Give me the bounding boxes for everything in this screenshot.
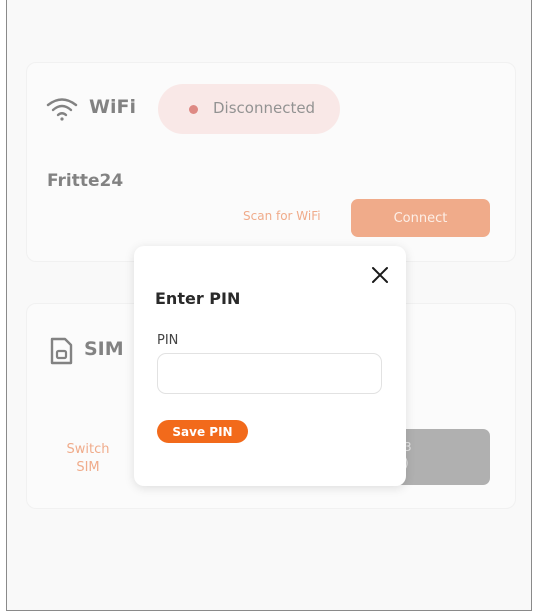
modal-title: Enter PIN (155, 289, 241, 308)
save-pin-button[interactable]: Save PIN (157, 420, 248, 443)
pin-label: PIN (157, 333, 179, 348)
close-icon[interactable] (371, 266, 389, 284)
pin-input[interactable] (157, 353, 382, 394)
